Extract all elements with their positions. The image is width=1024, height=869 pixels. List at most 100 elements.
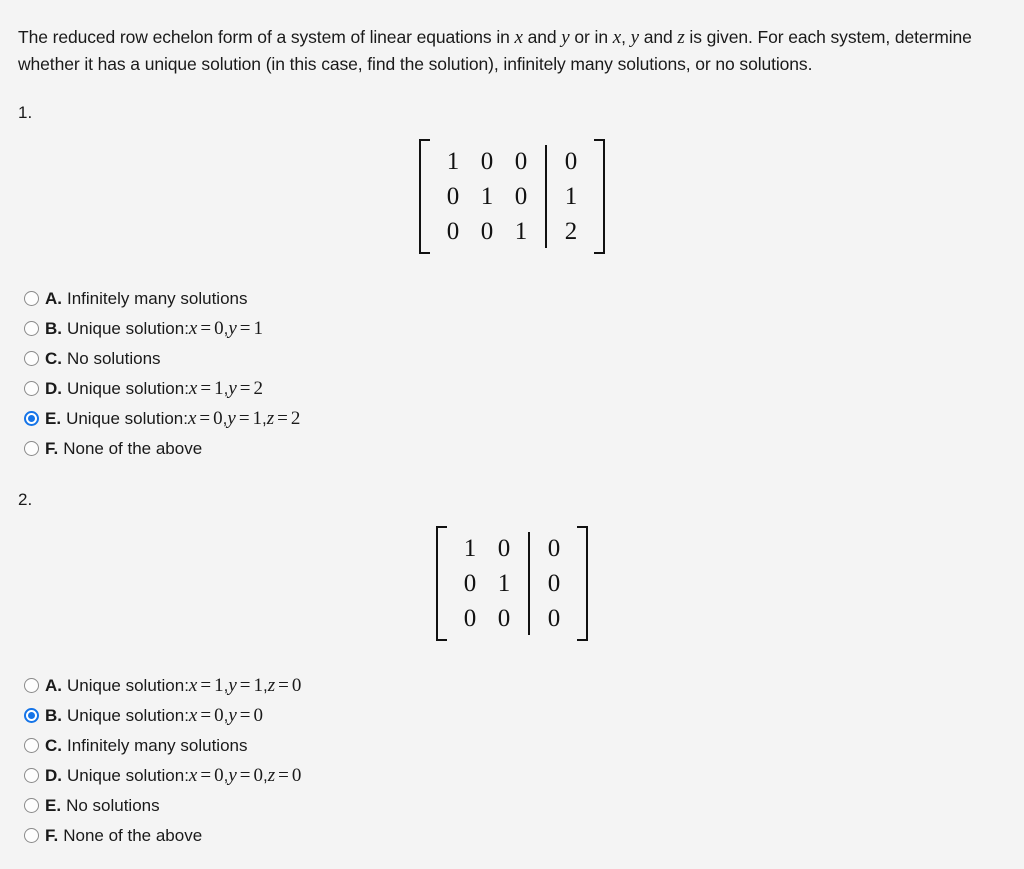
radio-button[interactable] — [24, 291, 39, 306]
radio-button[interactable] — [24, 321, 39, 336]
matrix-cell: 1 — [480, 182, 494, 210]
prompt-var-x-1: x — [514, 26, 523, 48]
option-letter: E. — [45, 408, 62, 428]
math-equals-sign: = — [200, 764, 212, 786]
matrix-divider-icon — [545, 144, 547, 248]
radio-button[interactable] — [24, 828, 39, 843]
math-value: 0 — [291, 674, 302, 696]
augmented-matrix-2: 100010 000 — [436, 525, 588, 641]
math-value: 1 — [214, 377, 224, 399]
option-label: Unique solution: — [67, 705, 189, 725]
question-number: 2. — [18, 489, 33, 509]
math-equals-sign: = — [238, 407, 250, 429]
answer-option[interactable]: D. Unique solution: x = 0, y = 0, z = 0 — [18, 761, 1006, 791]
option-math-expression: y = 1 — [228, 318, 263, 340]
option-math-expression: y = 0, — [228, 765, 267, 787]
math-value: 0 — [253, 764, 263, 786]
coefficient-columns-1: 100010001 — [436, 144, 538, 249]
option-label: Unique solution: — [67, 765, 189, 785]
math-variable: y — [228, 377, 237, 399]
matrix-cell: 0 — [514, 182, 528, 210]
answer-option[interactable]: F. None of the above — [18, 434, 1006, 464]
answer-option[interactable]: E. Unique solution: x = 0, y = 1, z = 2 — [18, 404, 1006, 434]
answer-option[interactable]: C. No solutions — [18, 344, 1006, 374]
option-math-expression: x = 0, — [189, 318, 228, 340]
option-math-expression: y = 1, — [228, 675, 267, 697]
matrix-augmented-cell: 0 — [547, 534, 561, 562]
math-value: 2 — [253, 377, 263, 399]
option-letter: D. — [45, 765, 62, 785]
math-value: 0 — [214, 704, 224, 726]
math-equals-sign: = — [200, 377, 212, 399]
option-letter: C. — [45, 735, 62, 755]
coefficient-columns-2: 100010 — [453, 531, 521, 636]
math-equals-sign: = — [200, 317, 212, 339]
radio-button[interactable] — [24, 351, 39, 366]
math-equals-sign: = — [239, 704, 251, 726]
matrix-cell: 0 — [514, 147, 528, 175]
math-value: 0 — [213, 407, 223, 429]
matrix-container-1: 100010001 012 — [18, 138, 1006, 254]
answer-option[interactable]: F. None of the above — [18, 821, 1006, 851]
prompt-var-y-1: y — [561, 26, 570, 48]
option-letter: B. — [45, 705, 62, 725]
option-label: Infinitely many solutions — [67, 288, 248, 308]
answer-option[interactable]: E. No solutions — [18, 791, 1006, 821]
answer-option[interactable]: D. Unique solution: x = 1, y = 2 — [18, 374, 1006, 404]
math-value: 1 — [252, 407, 263, 429]
math-equals-sign: = — [199, 407, 211, 429]
option-math-expression: x = 0, — [189, 765, 228, 787]
math-value: 1 — [253, 674, 263, 696]
radio-button[interactable] — [24, 768, 39, 783]
math-variable: y — [227, 407, 236, 429]
prompt-text-5: and — [638, 26, 678, 47]
answer-option[interactable]: B. Unique solution: x = 0, y = 1 — [18, 314, 1006, 344]
math-equals-sign: = — [200, 704, 212, 726]
answer-option[interactable]: A. Infinitely many solutions — [18, 284, 1006, 314]
option-letter: B. — [45, 318, 62, 338]
matrix-cell: 0 — [497, 534, 511, 562]
math-equals-sign: = — [278, 674, 289, 696]
option-letter: D. — [45, 378, 62, 398]
augmented-matrix-1: 100010001 012 — [419, 138, 605, 254]
radio-button[interactable] — [24, 441, 39, 456]
math-variable: y — [228, 317, 237, 339]
math-value: 1 — [253, 317, 263, 339]
option-label: Unique solution: — [67, 318, 189, 338]
prompt-text-2: and — [522, 26, 562, 47]
matrix-column: 1 0 0 — [436, 144, 470, 249]
question-number: 1. — [18, 102, 33, 122]
option-label: No solutions — [66, 795, 160, 815]
math-value: 0 — [291, 764, 302, 786]
option-math-expression: z = 2 — [267, 408, 301, 430]
left-bracket-icon — [419, 138, 432, 254]
question-1: 1. 100010001 012 A. Infinitely many solut… — [18, 103, 1006, 464]
matrix-augmented-cell: 0 — [547, 604, 561, 632]
radio-button[interactable] — [24, 708, 39, 723]
option-letter: F. — [45, 438, 59, 458]
radio-button[interactable] — [24, 678, 39, 693]
prompt-text-1: The reduced row echelon form of a system… — [18, 26, 515, 47]
matrix-column: 0 1 0 — [487, 531, 521, 636]
matrix-cell: 0 — [463, 569, 477, 597]
math-equals-sign: = — [239, 764, 251, 786]
math-equals-sign: = — [239, 377, 251, 399]
radio-button[interactable] — [24, 738, 39, 753]
option-label: Unique solution: — [67, 675, 189, 695]
answer-option[interactable]: A. Unique solution: x = 1, y = 1, z = 0 — [18, 671, 1006, 701]
radio-button[interactable] — [24, 381, 39, 396]
exercise-page: The reduced row echelon form of a system… — [0, 17, 1024, 869]
matrix-cell: 1 — [446, 147, 460, 175]
prompt-var-x-2: x — [612, 26, 622, 48]
option-math-expression: x = 0, — [189, 705, 228, 727]
answer-option[interactable]: B. Unique solution: x = 0, y = 0 — [18, 701, 1006, 731]
matrix-container-2: 100010 000 — [18, 525, 1006, 641]
radio-button[interactable] — [24, 411, 39, 426]
answer-options-2: A. Unique solution: x = 1, y = 1, z = 0 B. Unique… — [18, 671, 1006, 851]
math-variable: z — [267, 764, 276, 786]
answer-option[interactable]: C. Infinitely many solutions — [18, 731, 1006, 761]
matrix-cell: 0 — [480, 217, 494, 245]
augmented-column-1: 0 1 2 — [554, 144, 588, 249]
left-bracket-icon — [436, 525, 449, 641]
radio-button[interactable] — [24, 798, 39, 813]
